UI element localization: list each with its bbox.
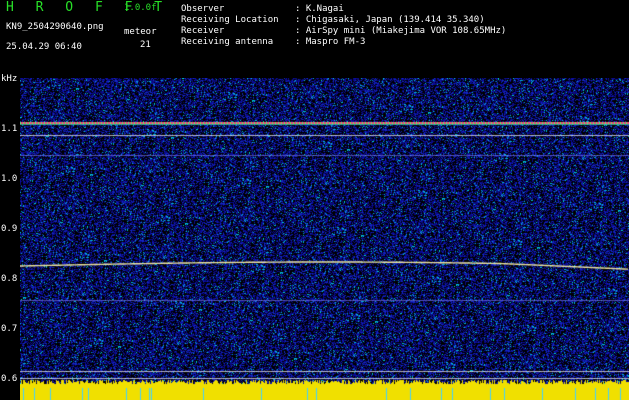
y-tick-label: 0.6 (1, 374, 18, 384)
timestamp: 25.04.29 06:40 (6, 42, 82, 52)
info-value-observer: : K.Nagai (295, 4, 344, 14)
info-label-antenna: Receiving antenna (181, 37, 274, 47)
info-value-antenna: : Maspro FM-3 (295, 37, 366, 47)
info-label-receiver: Receiver (181, 26, 225, 36)
spectrogram-canvas (20, 78, 629, 400)
info-value-receiver: : AirSpy mini (Miakejima VOR 108.65MHz) (295, 26, 507, 36)
y-axis-unit: kHz (1, 74, 18, 84)
image-filename: KN9_2504290640.png (6, 22, 104, 32)
y-tick-label: 0.8 (1, 274, 18, 284)
y-tick-label: 1.0 (1, 174, 18, 184)
y-tick-label: 0.7 (1, 324, 18, 334)
info-label-observer: Observer (181, 4, 225, 14)
meteor-label: meteor (124, 27, 157, 37)
meteor-count: 21 (140, 40, 151, 50)
spectrogram (20, 78, 629, 400)
y-tick-label: 0.9 (1, 224, 18, 234)
info-label-location: Receiving Location (181, 15, 279, 25)
hrofft-window: H R O F F T 1.0.0f KN9_2504290640.png 25… (0, 0, 629, 400)
info-value-location: : Chigasaki, Japan (139.414 35.340) (295, 15, 485, 25)
y-tick-label: 1.1 (1, 124, 18, 134)
app-version: 1.0.0f (124, 3, 157, 13)
